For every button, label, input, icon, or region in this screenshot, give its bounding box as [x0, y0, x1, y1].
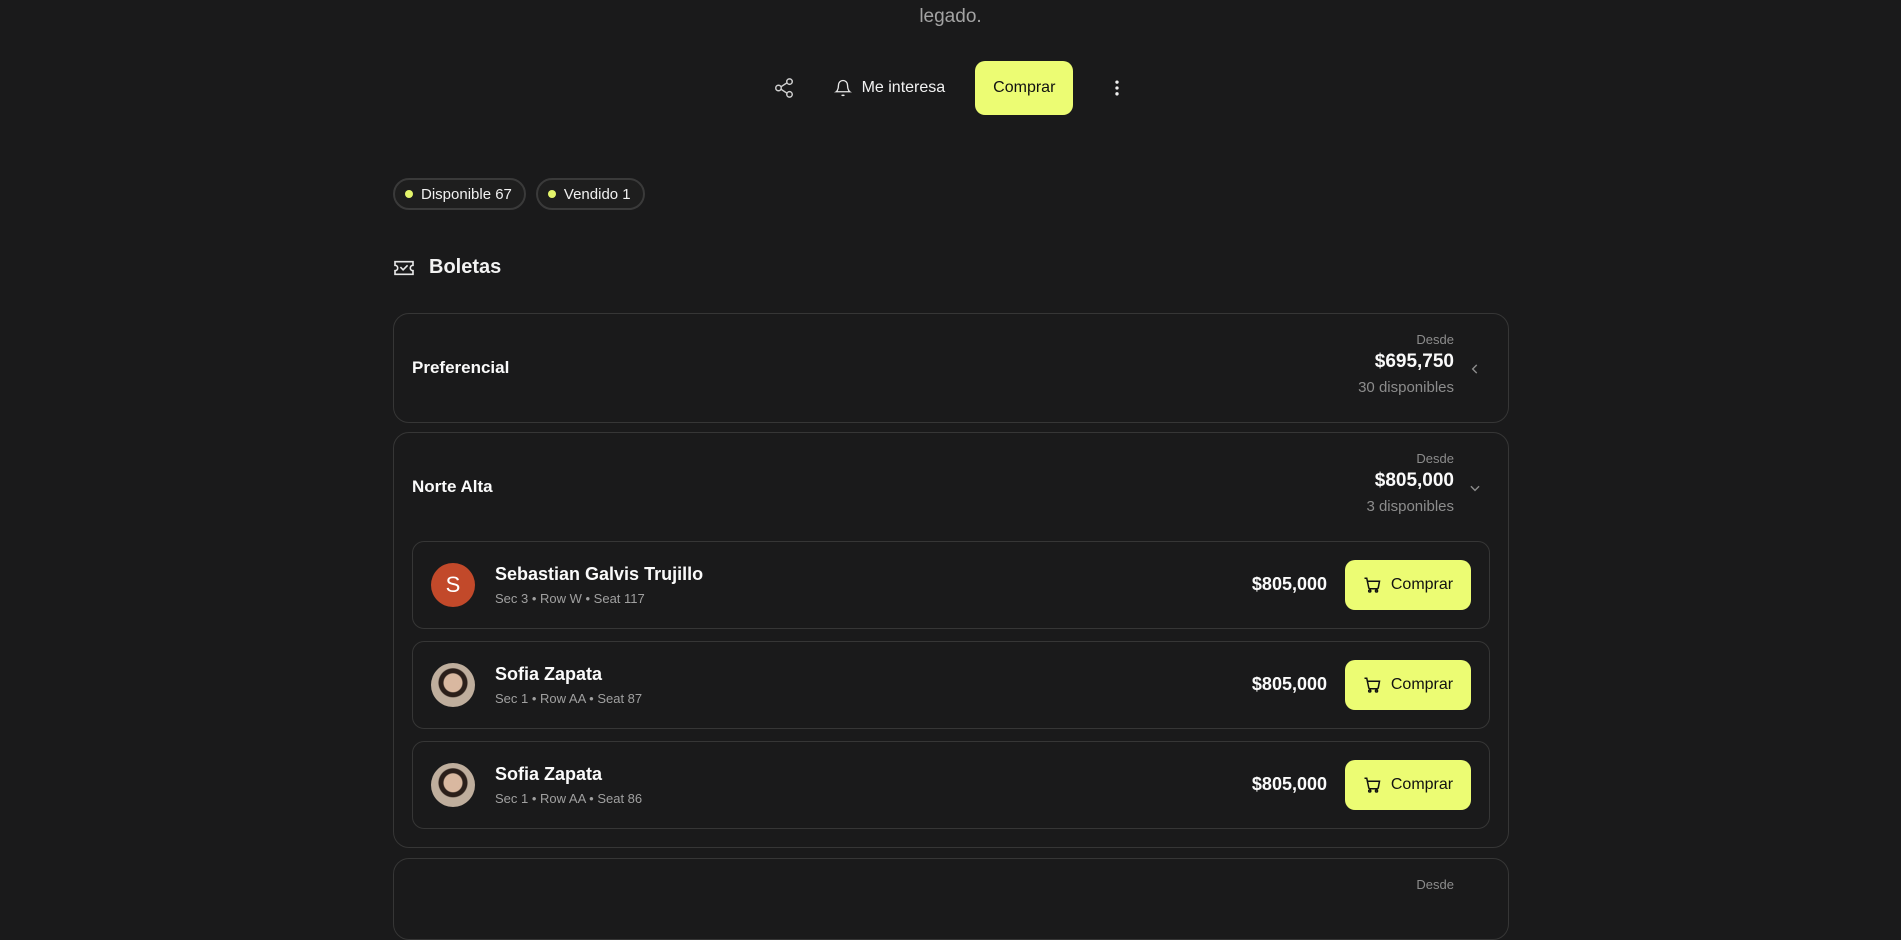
buy-label: Comprar	[1390, 676, 1454, 693]
cart-icon	[1364, 777, 1381, 793]
seat-info: Sec 3 • Row W • Seat 117	[495, 591, 645, 606]
listing-row: Sofia Zapata Sec 1 • Row AA • Seat 87 $8…	[412, 641, 1490, 729]
listing-buy-button[interactable]: Comprar	[1345, 660, 1471, 710]
status-badges: Disponible 67 Vendido 1	[393, 178, 645, 210]
more-vertical-icon	[1115, 80, 1120, 96]
interest-label: Me interesa	[861, 79, 946, 96]
badge-label: Vendido 1	[563, 185, 631, 203]
status-dot	[405, 190, 413, 198]
listing-price: $805,000	[1251, 674, 1327, 694]
listing-row: Sofia Zapata Sec 1 • Row AA • Seat 86 $8…	[412, 741, 1490, 829]
category-name: Norte Alta	[412, 477, 493, 496]
status-dot	[547, 190, 556, 198]
seller-name: Sofia Zapata	[495, 664, 603, 684]
chevron-down-icon[interactable]	[1468, 481, 1482, 495]
ticket-category-preferencial[interactable]: Preferencial Desde $695,750 30 disponibl…	[393, 313, 1509, 423]
bell-icon	[833, 79, 852, 97]
listing-buy-button[interactable]: Comprar	[1345, 760, 1471, 810]
category-name: Preferencial	[412, 358, 510, 377]
avatar	[431, 763, 475, 807]
sold-badge: Vendido 1	[535, 178, 645, 210]
seat-info: Sec 1 • Row AA • Seat 87	[495, 691, 643, 706]
from-label: Desde	[1416, 332, 1454, 347]
share-button[interactable]	[764, 68, 804, 108]
buy-label: Comprar	[1390, 576, 1454, 593]
cart-icon	[1364, 677, 1381, 693]
cart-icon	[1364, 577, 1381, 593]
available-badge: Disponible 67	[393, 178, 526, 210]
seller-name: Sofia Zapata	[495, 764, 603, 784]
category-availability: 3 disponibles	[1366, 498, 1454, 515]
from-label: Desde	[1416, 877, 1454, 892]
event-actions: Me interesa Comprar	[0, 61, 1901, 115]
listing-row: S Sebastian Galvis Trujillo Sec 3 • Row …	[412, 541, 1490, 629]
section-title: Boletas	[429, 256, 502, 278]
listing-price: $805,000	[1251, 774, 1327, 794]
tickets-section-header: Boletas	[393, 256, 501, 279]
ticket-icon	[394, 260, 414, 275]
ticket-category-next[interactable]: Desde	[393, 858, 1509, 940]
ticket-category-norte-alta[interactable]: Norte Alta Desde $805,000 3 disponibles …	[393, 432, 1509, 848]
category-price: $695,750	[1374, 351, 1454, 372]
listing-buy-button[interactable]: Comprar	[1345, 560, 1471, 610]
share-icon	[774, 78, 793, 98]
chevron-left-icon[interactable]	[1468, 362, 1482, 376]
avatar	[431, 663, 475, 707]
badge-label: Disponible 67	[421, 185, 512, 203]
avatar: S	[431, 563, 475, 607]
category-availability: 30 disponibles	[1358, 379, 1454, 396]
interest-button[interactable]: Me interesa	[816, 66, 964, 110]
seller-name: Sebastian Galvis Trujillo	[495, 564, 704, 584]
buy-label: Comprar	[1390, 776, 1454, 793]
category-price: $805,000	[1374, 470, 1454, 491]
seat-info: Sec 1 • Row AA • Seat 86	[495, 791, 643, 806]
more-options-button[interactable]	[1097, 68, 1137, 108]
from-label: Desde	[1416, 451, 1454, 466]
buy-button[interactable]: Comprar	[975, 61, 1074, 115]
listing-price: $805,000	[1251, 574, 1327, 594]
description-text: legado.	[919, 6, 982, 27]
